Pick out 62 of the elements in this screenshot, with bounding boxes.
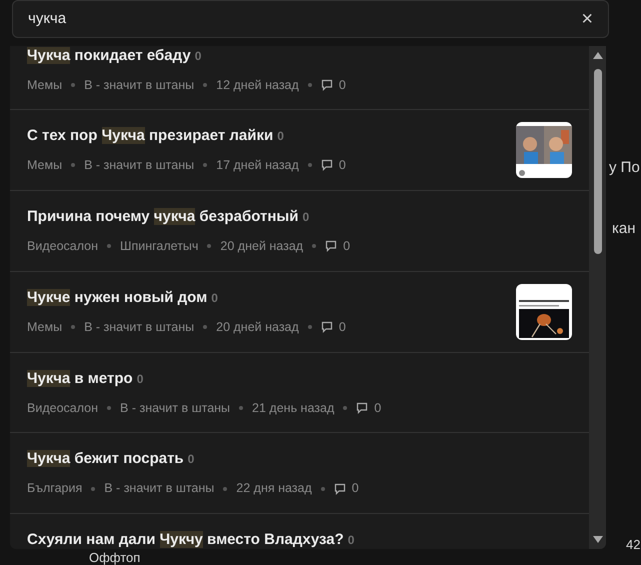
- post-title[interactable]: Чукча покидает ебаду: [27, 47, 191, 64]
- comment-count: 0: [374, 400, 382, 416]
- post-time: 20 дней назад: [216, 318, 299, 336]
- post-title[interactable]: Причина почему чукча безработный: [27, 208, 298, 225]
- background-text: 42: [626, 536, 640, 554]
- comment-count: 0: [343, 238, 350, 255]
- category-link[interactable]: Мемы: [27, 318, 62, 336]
- vote-count: 0: [194, 49, 202, 63]
- post-title[interactable]: Чукче нужен новый дом: [27, 288, 208, 306]
- author-link[interactable]: В - значит в штаны: [84, 318, 194, 336]
- post-title[interactable]: Схуяли нам дали Чукчу вместо Владхуза?: [27, 531, 344, 548]
- background-text: кан: [612, 219, 636, 239]
- post-title[interactable]: Чукча в метро: [27, 370, 133, 386]
- comment-icon: [320, 79, 333, 92]
- vote-count: 0: [348, 533, 354, 547]
- comment-icon: [320, 159, 333, 172]
- vote-count: 0: [188, 452, 194, 466]
- author-link[interactable]: Шпингалетыч: [120, 236, 198, 256]
- background-text: Оффтоп: [89, 551, 140, 564]
- vote-count: 0: [277, 128, 284, 143]
- scroll-up-icon[interactable]: [592, 52, 602, 59]
- result-item[interactable]: Причина почему чукча безработный 0 Видеосалон Шпингалетыч 20 дней назад 0: [10, 190, 589, 272]
- comment-icon: [320, 320, 333, 333]
- vote-count: 0: [136, 372, 144, 386]
- search-field[interactable]: чукча ×: [12, 0, 609, 38]
- author-link[interactable]: В - значит в штаны: [120, 398, 230, 418]
- author-link[interactable]: В - значит в штаны: [84, 156, 194, 174]
- category-link[interactable]: Мемы: [27, 156, 62, 174]
- post-title[interactable]: С тех пор Чукча презирает лайки: [27, 126, 274, 144]
- category-link[interactable]: Видеосалон: [27, 398, 98, 418]
- author-link[interactable]: В - значит в штаны: [104, 479, 214, 498]
- result-item[interactable]: Схуяли нам дали Чукчу вместо Владхуза? 0: [10, 514, 589, 549]
- author-link[interactable]: В - значит в штаны: [84, 76, 194, 95]
- vote-count: 0: [211, 290, 218, 304]
- vote-count: 0: [302, 210, 310, 224]
- post-time: 21 день назад: [252, 400, 334, 416]
- comment-icon: [334, 482, 346, 495]
- result-item[interactable]: С тех пор Чукча презирает лайки 0 Мемы В - значит в штаны 17 дней назад 0: [10, 110, 589, 191]
- scrollbar[interactable]: [589, 46, 606, 549]
- category-link[interactable]: България: [27, 479, 82, 498]
- background-text: у По: [609, 158, 640, 178]
- result-item[interactable]: Чукче нужен новый дом 0 Мемы В - значит в штаны 20 дней назад 0: [10, 272, 589, 352]
- comment-count: 0: [338, 318, 346, 336]
- scrollbar-thumb[interactable]: [594, 69, 602, 254]
- comment-count: 0: [338, 77, 346, 94]
- scroll-down-icon[interactable]: [592, 536, 602, 543]
- category-link[interactable]: Видеосалон: [27, 236, 98, 256]
- category-link[interactable]: Мемы: [27, 76, 62, 95]
- close-button[interactable]: ×: [581, 9, 593, 29]
- comment-icon: [325, 240, 338, 252]
- post-time: 20 дней назад: [220, 238, 304, 255]
- comment-count: 0: [352, 480, 359, 498]
- post-time: 12 дней назад: [216, 77, 299, 94]
- post-time: 17 дней назад: [216, 156, 299, 174]
- search-input[interactable]: чукча: [28, 8, 582, 30]
- post-time: 22 дня назад: [236, 480, 312, 498]
- result-item[interactable]: Чукча в метро 0 Видеосалон В - значит в штаны 21 день назад 0: [10, 352, 589, 434]
- result-item[interactable]: Чукча бежит посрать 0 България В - значит в штаны 22 дня назад 0: [10, 433, 589, 514]
- result-item[interactable]: Чукча покидает ебаду 0 Мемы В - значит в штаны 12 дней назад 0: [10, 46, 589, 110]
- post-title[interactable]: Чукча бежит посрать: [27, 450, 184, 468]
- comment-icon: [356, 402, 368, 414]
- comment-count: 0: [338, 156, 346, 174]
